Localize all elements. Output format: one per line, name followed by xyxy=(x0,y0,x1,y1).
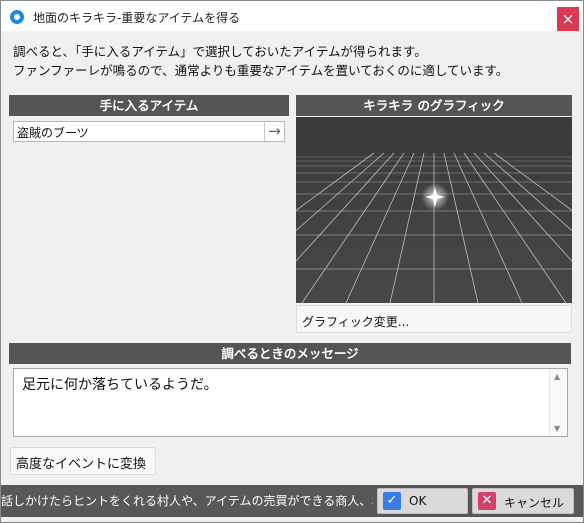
message-textarea[interactable]: 足元に何か落ちているようだ。 ▲ ▼ xyxy=(13,368,568,437)
scroll-down-icon[interactable]: ▼ xyxy=(554,424,560,433)
cancel-label: キャンセル xyxy=(504,496,565,510)
hint-ticker: 話しかけたらヒントをくれる村人や、アイテムの売買ができる商人、お金が xyxy=(1,494,373,508)
close-icon: × xyxy=(561,10,575,28)
title-bar: 地面のキラキラ-重要なアイテムを得る × xyxy=(1,1,583,31)
footer-bar: 話しかけたらヒントをくれる村人や、アイテムの売買ができる商人、お金が ✓ OK … xyxy=(1,485,583,517)
item-section-header: 手に入るアイテム xyxy=(9,95,289,116)
window-title: 地面のキラキラ-重要なアイテムを得る xyxy=(33,11,241,25)
change-graphic-label: グラフィック変更... xyxy=(302,315,410,329)
arrow-right-icon[interactable]: → xyxy=(264,122,284,141)
sparkle-graphic-preview[interactable] xyxy=(296,117,572,303)
selected-item-value: 盗賊のブーツ xyxy=(17,126,89,140)
description-line-1: 調べると、「手に入るアイテム」で選択しておいたアイテムが得られます。 xyxy=(13,44,427,59)
cancel-button[interactable]: ✕ キャンセル xyxy=(472,488,574,514)
grid-floor-graphic xyxy=(296,117,572,303)
description: 調べると、「手に入るアイテム」で選択しておいたアイテムが得られます。 ファンファ… xyxy=(13,42,508,80)
message-scrollbar[interactable]: ▲ ▼ xyxy=(549,369,567,436)
close-button[interactable]: × xyxy=(557,7,579,31)
graphic-section-header: キラキラ のグラフィック xyxy=(296,95,572,116)
convert-advanced-event-label: 高度なイベントに変換 xyxy=(16,457,147,472)
convert-advanced-event-button[interactable]: 高度なイベントに変換 xyxy=(10,447,156,475)
change-graphic-button[interactable]: グラフィック変更... xyxy=(296,305,572,333)
ok-label: OK xyxy=(409,494,427,508)
description-line-2: ファンファーレが鳴るので、通常よりも重要なアイテムを置いておくのに適しています。 xyxy=(13,63,509,78)
check-icon: ✓ xyxy=(383,492,401,510)
app-icon xyxy=(10,10,24,24)
message-text: 足元に何か落ちているようだ。 xyxy=(22,377,218,393)
event-dialog-window: 地面のキラキラ-重要なアイテムを得る × 調べると、「手に入るアイテム」で選択し… xyxy=(0,0,584,523)
item-selector[interactable]: 盗賊のブーツ → xyxy=(13,121,285,142)
message-section-header: 調べるときのメッセージ xyxy=(9,343,571,364)
x-icon: ✕ xyxy=(478,492,496,510)
ok-button[interactable]: ✓ OK xyxy=(377,488,468,514)
scroll-up-icon[interactable]: ▲ xyxy=(554,372,560,381)
